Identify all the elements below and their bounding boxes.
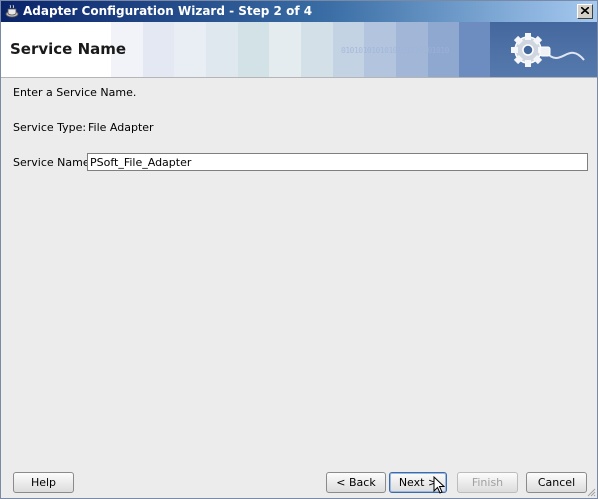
close-button[interactable] [577, 4, 593, 19]
gear-plug-icon [511, 33, 585, 67]
service-name-label: Service Name: [13, 156, 94, 169]
wizard-dialog: Adapter Configuration Wizard - Step 2 of… [0, 0, 598, 499]
instructions-text: Enter a Service Name. [13, 86, 137, 99]
title-bar[interactable]: Adapter Configuration Wizard - Step 2 of… [1, 1, 597, 22]
mouse-cursor-icon [433, 476, 445, 494]
back-button[interactable]: < Back [326, 472, 386, 493]
window-title: Adapter Configuration Wizard - Step 2 of… [23, 4, 313, 18]
service-type-label: Service Type: [13, 121, 87, 134]
page-title: Service Name [10, 40, 127, 58]
finish-button: Finish [457, 472, 518, 493]
service-name-input[interactable] [87, 153, 588, 171]
service-type-value: File Adapter [88, 121, 154, 134]
help-button[interactable]: Help [13, 472, 74, 493]
cancel-button[interactable]: Cancel [526, 472, 587, 493]
wizard-content: Enter a Service Name. Service Type: File… [1, 78, 597, 498]
wizard-banner: 0101010101010101010101010 Service Name [1, 22, 597, 78]
coffee-cup-icon [5, 4, 19, 18]
close-icon [581, 7, 589, 14]
resize-grip-icon[interactable] [586, 487, 596, 497]
banner-binary-text: 0101010101010101010101010 [341, 46, 449, 55]
